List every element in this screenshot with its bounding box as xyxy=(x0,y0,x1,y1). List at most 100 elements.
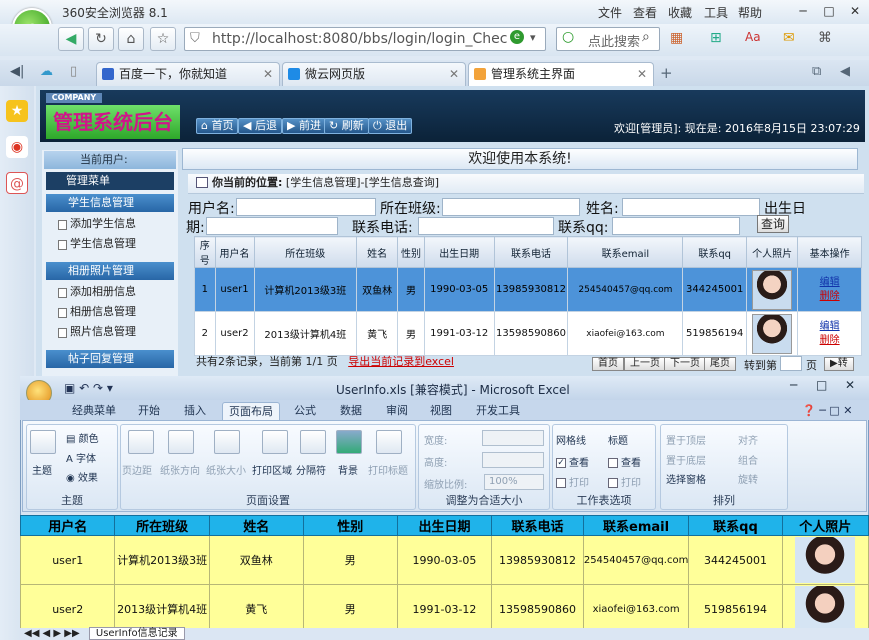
menu-help[interactable]: 帮助 xyxy=(738,4,762,21)
query-button[interactable]: 查询 xyxy=(757,215,789,233)
close-icon[interactable]: ✕ xyxy=(844,2,866,20)
ribbon-tab-pagelayout[interactable]: 页面布局 xyxy=(222,402,280,420)
colors-button[interactable]: ▤ 颜色 xyxy=(66,430,99,445)
search-input[interactable]: 点此搜索 xyxy=(588,31,640,50)
menu-file[interactable]: 文件 xyxy=(598,4,622,21)
sheet-col-sex[interactable]: 性别 xyxy=(302,515,398,536)
translate-icon[interactable]: Aa xyxy=(745,30,761,44)
menu-manage-photo[interactable]: 照片信息管理 xyxy=(56,323,174,341)
search-icon[interactable]: ⌕ xyxy=(642,29,650,45)
filter-name-input[interactable] xyxy=(622,198,760,216)
ribbon-tab-data[interactable]: 数据 xyxy=(334,402,368,420)
rotate-button[interactable]: 旋转 xyxy=(738,471,758,486)
filter-qq-input[interactable] xyxy=(612,217,740,235)
new-tab-icon[interactable]: + xyxy=(660,64,673,82)
goto-page-input[interactable] xyxy=(780,356,802,371)
ribbon-tab-developer[interactable]: 开发工具 xyxy=(470,402,526,420)
print-titles-icon[interactable] xyxy=(376,430,402,454)
home-icon[interactable]: ⌂ xyxy=(118,27,144,51)
ribbon-tab-classic[interactable]: 经典菜单 xyxy=(66,402,122,420)
sheet-col-email[interactable]: 联系email xyxy=(582,515,690,536)
ribbon-tab-formulas[interactable]: 公式 xyxy=(288,402,322,420)
breaks-button[interactable]: 分隔符 xyxy=(296,462,326,477)
menu-add-student[interactable]: 添加学生信息 xyxy=(56,215,174,233)
quick-access-save-icon[interactable]: ▣ ↶ ↷ ▾ xyxy=(64,381,113,395)
section-post[interactable]: 帖子回复管理 xyxy=(46,350,174,368)
nav-logout-button[interactable]: ⏻ 退出 xyxy=(368,118,413,134)
prev-page-button[interactable]: 上一页 xyxy=(624,357,666,371)
mail-icon[interactable]: ✉ xyxy=(783,30,795,46)
refresh-icon[interactable]: ↻ xyxy=(88,27,114,51)
back-icon[interactable]: ◀ xyxy=(58,27,84,51)
tab-close-icon[interactable]: ✕ xyxy=(637,63,647,85)
ribbon-tab-view[interactable]: 视图 xyxy=(424,402,458,420)
tab-baidu[interactable]: 百度一下，你就知道 ✕ xyxy=(96,62,280,86)
tab-weiyun[interactable]: 微云网页版 ✕ xyxy=(282,62,466,86)
orientation-icon[interactable] xyxy=(168,430,194,454)
section-album[interactable]: 相册照片管理 xyxy=(46,262,174,280)
margins-icon[interactable] xyxy=(128,430,154,454)
sheet-col-qq[interactable]: 联系qq xyxy=(688,515,783,536)
sheet-col-birth[interactable]: 出生日期 xyxy=(396,515,493,536)
background-icon[interactable] xyxy=(336,430,362,454)
send-back-button[interactable]: 置于底层 xyxy=(666,452,706,467)
help-icon[interactable]: ❓ ─ □ ✕ xyxy=(802,404,852,417)
email-at-icon[interactable]: @ xyxy=(6,172,28,194)
menu-view[interactable]: 查看 xyxy=(633,4,657,21)
selection-pane-button[interactable]: 选择窗格 xyxy=(666,471,706,486)
nav-home-button[interactable]: ⌂ 首页 xyxy=(196,118,239,134)
nav-back-button[interactable]: ◀ 后退 xyxy=(238,118,282,134)
theme-icon[interactable] xyxy=(30,430,56,454)
favorites-star-icon[interactable]: ★ xyxy=(6,100,28,122)
cloud-icon[interactable]: ☁ xyxy=(40,64,53,79)
menu-add-album[interactable]: 添加相册信息 xyxy=(56,283,174,301)
group-button[interactable]: 组合 xyxy=(738,452,758,467)
sheet-row[interactable]: user1 计算机2013级3班 双鱼林 男 1990-03-05 139859… xyxy=(19,535,869,585)
excel-minimize-icon[interactable]: ─ xyxy=(790,378,797,392)
excel-close-icon[interactable]: ✕ xyxy=(845,378,855,392)
ribbon-tab-insert[interactable]: 插入 xyxy=(178,402,212,420)
sheet-tab[interactable]: UserInfo信息记录 xyxy=(88,627,185,640)
print-area-icon[interactable] xyxy=(262,430,288,454)
first-page-button[interactable]: 首页 xyxy=(592,357,624,371)
margins-button[interactable]: 页边距 xyxy=(122,462,152,477)
sheet-nav-icon[interactable]: ◀◀ ◀ ▶ ▶▶ xyxy=(24,628,80,639)
filter-class-input[interactable] xyxy=(442,198,580,216)
background-button[interactable]: 背景 xyxy=(338,462,358,477)
go-button[interactable]: ▶转 xyxy=(824,357,854,371)
theme-button[interactable]: 主题 xyxy=(32,462,52,477)
height-select[interactable] xyxy=(482,452,544,468)
tab-admin-main[interactable]: 管理系统主界面 ✕ xyxy=(468,62,654,86)
size-icon[interactable] xyxy=(214,430,240,454)
sheet-col-phone[interactable]: 联系电话 xyxy=(491,515,584,536)
tab-close-icon[interactable]: ✕ xyxy=(449,63,459,85)
favorite-star-icon[interactable]: ☆ xyxy=(150,27,176,51)
size-button[interactable]: 纸张大小 xyxy=(206,462,246,477)
sheet-col-user[interactable]: 用户名 xyxy=(19,515,116,536)
export-excel-link[interactable]: 导出当前记录到excel xyxy=(348,355,454,368)
scale-input[interactable]: 100% xyxy=(484,474,544,490)
gamepad-icon[interactable]: ⌘ xyxy=(818,30,832,46)
edit-link[interactable]: 编辑 xyxy=(798,320,861,334)
search-engine-icon[interactable]: ○ xyxy=(562,29,574,45)
orientation-button[interactable]: 纸张方向 xyxy=(160,462,200,477)
filter-birth-input[interactable] xyxy=(206,217,338,235)
minimize-icon[interactable]: ─ xyxy=(792,2,814,20)
bring-front-button[interactable]: 置于顶层 xyxy=(666,432,706,447)
section-student[interactable]: 学生信息管理 xyxy=(46,194,174,212)
menu-tools[interactable]: 工具 xyxy=(704,4,728,21)
tab-back-icon[interactable]: ◀| xyxy=(10,64,24,79)
sheet-col-photo[interactable]: 个人照片 xyxy=(781,515,869,536)
ribbon-tab-review[interactable]: 审阅 xyxy=(380,402,414,420)
gridlines-view-checkbox[interactable]: ✓ 查看 xyxy=(556,454,589,469)
ribbon-tab-home[interactable]: 开始 xyxy=(132,402,166,420)
apps-icon[interactable]: ▦ xyxy=(670,30,683,46)
delete-link[interactable]: 删除 xyxy=(798,334,861,348)
edit-link[interactable]: 编辑 xyxy=(798,276,861,290)
print-area-button[interactable]: 打印区域 xyxy=(252,462,292,477)
ie-mode-icon[interactable]: e xyxy=(510,30,524,44)
next-page-button[interactable]: 下一页 xyxy=(664,357,706,371)
maximize-icon[interactable]: □ xyxy=(818,2,840,20)
sidebar-toggle-icon[interactable]: ▯ xyxy=(70,64,77,79)
filter-username-input[interactable] xyxy=(236,198,376,216)
